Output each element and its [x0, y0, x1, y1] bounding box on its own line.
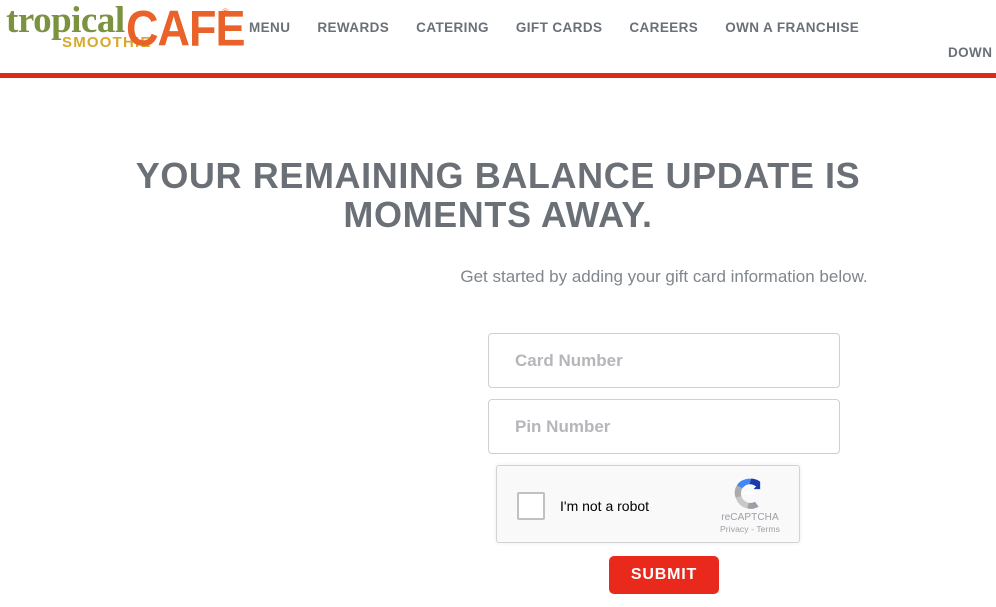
nav-item-own-a-franchise[interactable]: OWN A FRANCHISE	[725, 19, 859, 36]
recaptcha-privacy-link[interactable]: Privacy	[720, 524, 749, 534]
card-number-input[interactable]	[488, 333, 840, 388]
recaptcha-branding: reCAPTCHA Privacy - Terms	[712, 472, 788, 535]
site-logo[interactable]: tropical SMOOTHIE CAFE ®	[4, 2, 245, 54]
nav-item-download-app[interactable]: DOWN	[948, 44, 992, 61]
nav-item-gift-cards[interactable]: GIFT CARDS	[516, 19, 603, 36]
nav-item-rewards[interactable]: REWARDS	[317, 19, 389, 36]
nav-item-catering[interactable]: CATERING	[416, 19, 489, 36]
page-title: YOUR REMAINING BALANCE UPDATE IS MOMENTS…	[135, 155, 861, 235]
recaptcha-logo-icon	[734, 478, 761, 509]
submit-button[interactable]: SUBMIT	[608, 556, 720, 594]
recaptcha-terms-link[interactable]: Terms	[756, 524, 780, 534]
main-content: YOUR REMAINING BALANCE UPDATE IS MOMENTS…	[0, 78, 996, 607]
nav-item-menu[interactable]: MENU	[249, 19, 290, 36]
recaptcha-label: I'm not a robot	[560, 498, 650, 514]
logo-trademark-icon: ®	[222, 7, 229, 17]
nav-item-careers[interactable]: CAREERS	[629, 19, 698, 36]
recaptcha-checkbox[interactable]	[517, 492, 545, 520]
pin-number-input[interactable]	[488, 399, 840, 454]
recaptcha-brand-name: reCAPTCHA	[721, 512, 779, 523]
recaptcha-widget[interactable]: I'm not a robot reCAPTCHA Privacy - Term…	[496, 465, 800, 543]
recaptcha-legal-links: Privacy - Terms	[712, 524, 788, 535]
site-header: tropical SMOOTHIE CAFE ® MENU REWARDS CA…	[0, 0, 996, 73]
submit-row: SUBMIT	[488, 556, 840, 594]
gift-card-balance-form: I'm not a robot reCAPTCHA Privacy - Term…	[488, 333, 840, 594]
primary-navigation: MENU REWARDS CATERING GIFT CARDS CAREERS…	[249, 19, 859, 36]
page-subtitle: Get started by adding your gift card inf…	[460, 267, 868, 286]
